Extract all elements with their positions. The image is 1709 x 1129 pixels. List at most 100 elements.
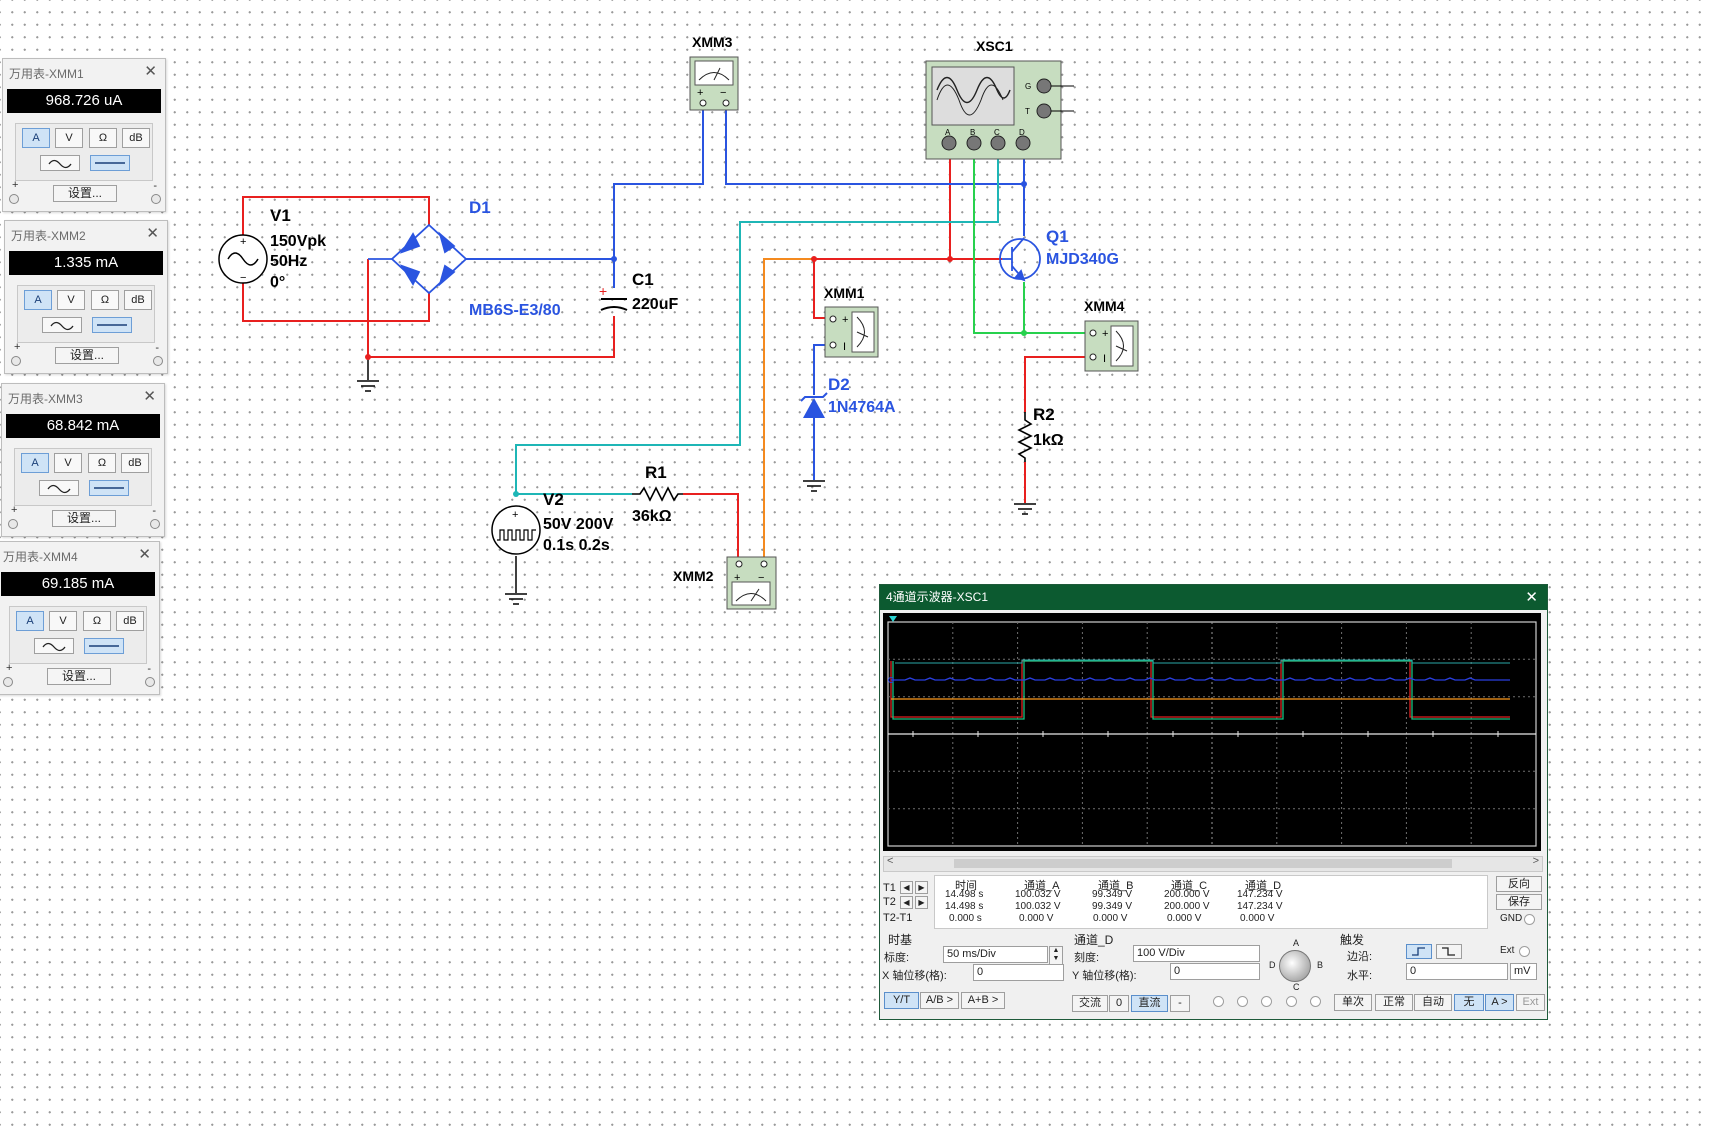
plus-terminal[interactable] <box>11 356 21 366</box>
channel-d-indicator[interactable] <box>1286 996 1297 1007</box>
channel-scale-field[interactable]: 100 V/Div <box>1133 945 1260 962</box>
minus-terminal[interactable] <box>151 194 161 204</box>
ext-radio[interactable] <box>1519 946 1530 957</box>
minus-terminal[interactable] <box>153 356 163 366</box>
none-trigger-button[interactable]: 无 <box>1454 994 1484 1011</box>
t1-right-arrow-button[interactable]: ▶ <box>915 881 928 894</box>
close-icon[interactable]: ✕ <box>146 224 159 242</box>
xmm2-label: XMM2 <box>673 568 714 584</box>
yt-mode-button[interactable]: Y/T <box>884 992 919 1009</box>
c1-capacitor[interactable] <box>600 298 628 311</box>
minus-coupling-button[interactable]: - <box>1170 995 1190 1012</box>
timebase-scale-field[interactable]: 50 ms/Div <box>943 946 1048 963</box>
ac-wave-icon <box>50 321 74 331</box>
decibel-mode-button[interactable]: dB <box>116 611 144 631</box>
ohmmeter-mode-button[interactable]: Ω <box>88 453 116 473</box>
t2-left-arrow-button[interactable]: ◀ <box>900 896 913 909</box>
dc-mode-button[interactable] <box>89 480 129 496</box>
trigger-level-field[interactable]: 0 <box>1406 963 1508 980</box>
plus-terminal[interactable] <box>9 194 19 204</box>
channel-b-indicator[interactable] <box>1237 996 1248 1007</box>
d1-bridge-rectifier[interactable] <box>368 223 468 295</box>
ammeter-mode-button[interactable]: A <box>24 290 52 310</box>
decibel-mode-button[interactable]: dB <box>124 290 152 310</box>
dc-mode-button[interactable] <box>84 638 124 654</box>
ammeter-mode-button[interactable]: A <box>22 128 50 148</box>
save-button[interactable]: 保存 <box>1496 894 1542 910</box>
voltmeter-mode-button[interactable]: V <box>55 128 83 148</box>
xsc1-scope-symbol[interactable] <box>925 60 1074 160</box>
ammeter-mode-button[interactable]: A <box>21 453 49 473</box>
ammeter-mode-button[interactable]: A <box>16 611 44 631</box>
rising-edge-button[interactable] <box>1406 944 1432 959</box>
xmm4-meter-symbol[interactable]: +I <box>1084 320 1139 372</box>
close-icon[interactable]: ✕ <box>143 387 156 405</box>
xmm2-meter-symbol[interactable]: + − <box>726 556 777 610</box>
ohmmeter-mode-button[interactable]: Ω <box>89 128 117 148</box>
ac-coupling-button[interactable]: 交流 <box>1072 995 1108 1012</box>
plus-terminal[interactable] <box>8 519 18 529</box>
scroll-thumb[interactable] <box>954 859 1452 868</box>
r2-resistor[interactable] <box>1017 412 1033 462</box>
minus-terminal[interactable] <box>150 519 160 529</box>
channel-selector-knob[interactable] <box>1279 950 1311 982</box>
scope-horizontal-scrollbar[interactable]: < > <box>883 855 1543 872</box>
ohmmeter-mode-button[interactable]: Ω <box>83 611 111 631</box>
close-icon[interactable]: ✕ <box>138 545 151 563</box>
settings-button[interactable]: 设置... <box>47 668 111 685</box>
a-plus-b-mode-button[interactable]: A+B > <box>961 992 1005 1009</box>
scope-display[interactable] <box>883 613 1541 851</box>
trigger-source-ext-button[interactable]: Ext <box>1516 994 1545 1011</box>
t1-left-arrow-button[interactable]: ◀ <box>900 881 913 894</box>
trigger-level-unit[interactable]: mV <box>1510 963 1537 980</box>
dc-mode-button[interactable] <box>90 155 130 171</box>
auto-trigger-button[interactable]: 自动 <box>1414 994 1452 1011</box>
settings-button[interactable]: 设置... <box>55 347 119 364</box>
x-position-field[interactable]: 0 <box>973 964 1064 981</box>
settings-button[interactable]: 设置... <box>53 185 117 202</box>
voltmeter-mode-button[interactable]: V <box>57 290 85 310</box>
voltmeter-mode-button[interactable]: V <box>54 453 82 473</box>
v2-pulse-source[interactable]: + <box>491 505 541 555</box>
dc-coupling-button[interactable]: 直流 <box>1131 995 1168 1012</box>
trigger-source-a-button[interactable]: A > <box>1485 994 1514 1011</box>
decibel-mode-button[interactable]: dB <box>121 453 149 473</box>
channel-a-indicator[interactable] <box>1213 996 1224 1007</box>
t2-right-arrow-button[interactable]: ▶ <box>915 896 928 909</box>
settings-button[interactable]: 设置... <box>52 510 116 527</box>
scope-titlebar[interactable]: 4通道示波器-XSC1 ✕ <box>880 585 1547 610</box>
close-icon[interactable]: ✕ <box>144 62 157 80</box>
close-icon[interactable]: ✕ <box>1525 585 1538 610</box>
r1-resistor[interactable] <box>632 486 683 502</box>
ac-mode-button[interactable] <box>40 155 80 171</box>
channel-extra-indicator[interactable] <box>1310 996 1321 1007</box>
y-position-field[interactable]: 0 <box>1170 963 1260 980</box>
d2-zener-diode[interactable] <box>800 392 828 418</box>
gnd-radio[interactable] <box>1524 914 1535 925</box>
single-trigger-button[interactable]: 单次 <box>1334 994 1372 1011</box>
falling-edge-button[interactable] <box>1436 944 1462 959</box>
ac-mode-button[interactable] <box>42 317 82 333</box>
timebase-spinner-icon[interactable]: ▲ ▼ <box>1049 946 1063 965</box>
wires-cyan <box>515 150 999 495</box>
scroll-left-icon[interactable]: < <box>887 855 893 867</box>
ohmmeter-mode-button[interactable]: Ω <box>91 290 119 310</box>
plus-terminal[interactable] <box>3 677 13 687</box>
xmm1-meter-symbol[interactable]: +I <box>824 306 879 358</box>
xmm3-meter-symbol[interactable]: + − <box>689 56 739 111</box>
dc-mode-button[interactable] <box>92 317 132 333</box>
decibel-mode-button[interactable]: dB <box>122 128 150 148</box>
q1-transistor[interactable] <box>999 237 1041 282</box>
voltmeter-mode-button[interactable]: V <box>49 611 77 631</box>
ab-mode-button[interactable]: A/B > <box>920 992 959 1009</box>
reverse-button[interactable]: 反向 <box>1496 876 1542 892</box>
minus-terminal[interactable] <box>145 677 155 687</box>
channel-c-indicator[interactable] <box>1261 996 1272 1007</box>
zero-coupling-button[interactable]: 0 <box>1109 995 1129 1012</box>
ac-mode-button[interactable] <box>34 638 74 654</box>
ac-mode-button[interactable] <box>39 480 79 496</box>
r1-label: R1 <box>645 463 667 482</box>
scroll-right-icon[interactable]: > <box>1533 855 1539 867</box>
v1-ac-source[interactable]: + − <box>218 234 268 284</box>
normal-trigger-button[interactable]: 正常 <box>1375 994 1413 1011</box>
